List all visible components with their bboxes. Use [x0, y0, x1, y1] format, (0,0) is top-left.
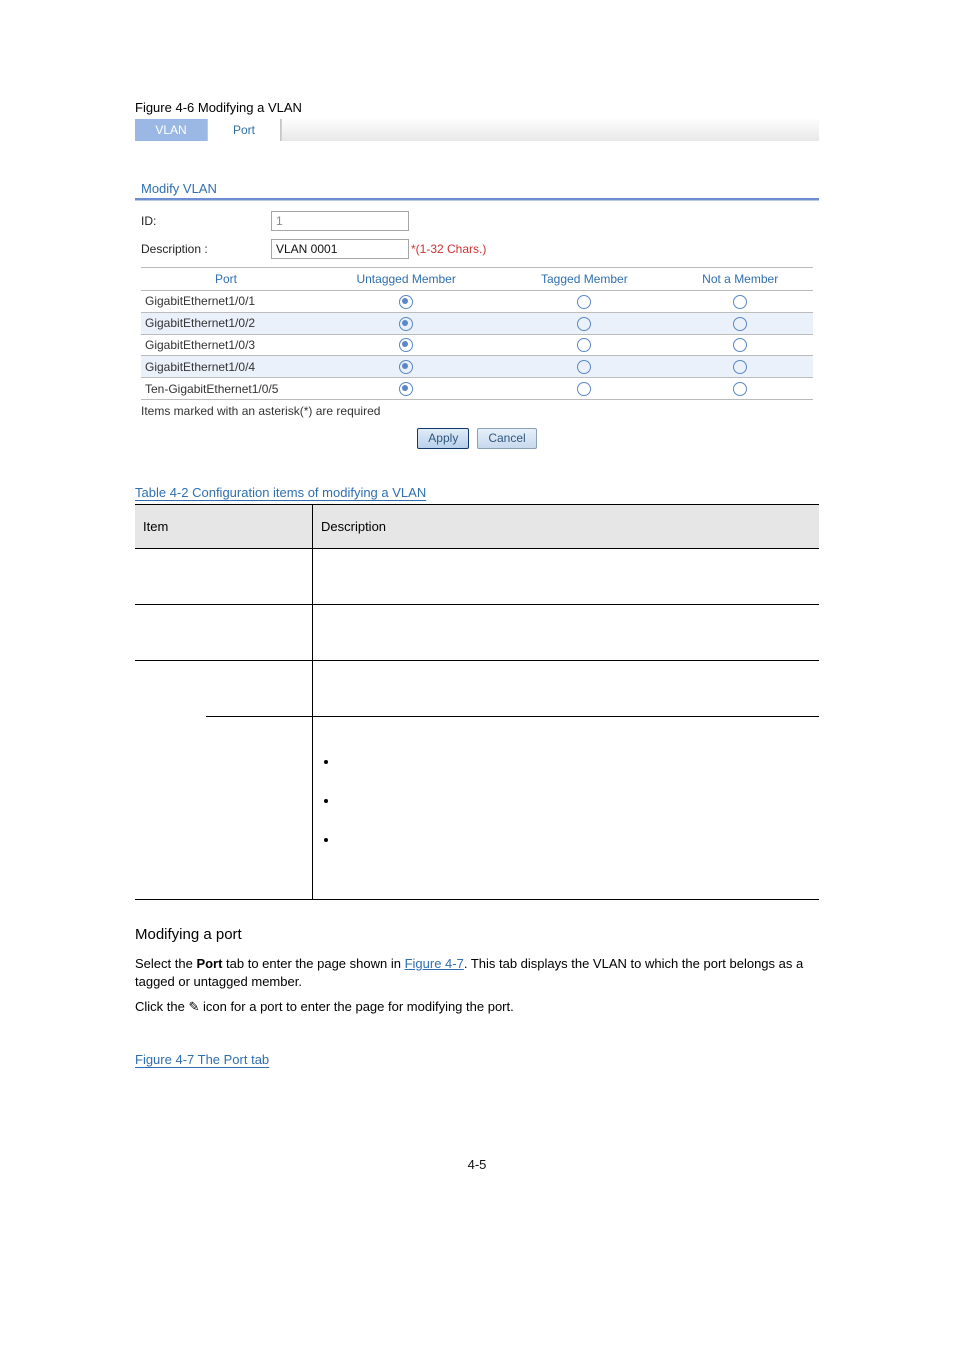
- cancel-button[interactable]: Cancel: [477, 428, 536, 449]
- figure-4-7-title: Figure 4-7 The Port tab: [135, 1052, 819, 1067]
- radio-icon[interactable]: [399, 382, 413, 396]
- id-label: ID:: [141, 214, 271, 228]
- table-row: Ten-GigabitEthernet1/0/5: [141, 378, 813, 400]
- radio-untagged[interactable]: [311, 334, 501, 356]
- port-membership-table: Port Untagged Member Tagged Member Not a…: [141, 267, 813, 400]
- radio-icon[interactable]: [577, 382, 591, 396]
- radio-icon[interactable]: [399, 295, 413, 309]
- radio-tagged[interactable]: [501, 291, 667, 313]
- th-item: Item: [135, 505, 313, 549]
- row-port-sub-port-desc: Port name.: [313, 661, 820, 717]
- col-port: Port: [141, 268, 311, 291]
- port-name: GigabitEthernet1/0/4: [141, 356, 311, 378]
- section-title: Modify VLAN: [135, 181, 819, 198]
- radio-icon[interactable]: [399, 338, 413, 352]
- paragraph-1: Select the Port tab to enter the page sh…: [135, 955, 819, 990]
- radio-nota[interactable]: [667, 334, 813, 356]
- radio-nota[interactable]: [667, 312, 813, 334]
- radio-nota[interactable]: [667, 291, 813, 313]
- tab-port[interactable]: Port: [208, 119, 281, 141]
- radio-untagged[interactable]: [311, 378, 501, 400]
- row-port-item: Port: [135, 661, 206, 900]
- radio-nota[interactable]: [667, 378, 813, 400]
- radio-nota[interactable]: [667, 356, 813, 378]
- row-port-sub-port: Port: [206, 661, 313, 717]
- port-name: GigabitEthernet1/0/3: [141, 334, 311, 356]
- section-divider: [135, 198, 819, 201]
- port-name: GigabitEthernet1/0/1: [141, 291, 311, 313]
- radio-icon[interactable]: [577, 360, 591, 374]
- table-row: GigabitEthernet1/0/4: [141, 356, 813, 378]
- port-name: Ten-GigabitEthernet1/0/5: [141, 378, 311, 400]
- radio-tagged[interactable]: [501, 312, 667, 334]
- paragraph-2: Click the ✎ icon for a port to enter the…: [135, 998, 819, 1016]
- radio-icon[interactable]: [577, 317, 591, 331]
- row-desc-item: Description: [135, 605, 313, 661]
- apply-button[interactable]: Apply: [417, 428, 469, 449]
- link-figure-4-7[interactable]: Figure 4-7: [405, 956, 464, 971]
- page-number: 4-5: [0, 1157, 954, 1172]
- figure-caption: Figure 4-6 Modifying a VLAN: [135, 100, 819, 115]
- row-id-item: ID: [135, 549, 313, 605]
- radio-tagged[interactable]: [501, 378, 667, 400]
- radio-tagged[interactable]: [501, 334, 667, 356]
- tabs-bar: VLAN Port: [135, 119, 819, 141]
- tab-vlan[interactable]: VLAN: [135, 119, 208, 141]
- row-desc-desc: Modify the description string of the VLA…: [313, 605, 820, 661]
- col-tagged: Tagged Member: [501, 268, 667, 291]
- row-port-membership-labels: Untagged Member Tagged Member Not a Memb…: [206, 717, 313, 900]
- desc-label: Description :: [141, 242, 271, 256]
- radio-untagged[interactable]: [311, 291, 501, 313]
- table-4-2: Item Description ID ID of the VLAN to be…: [135, 504, 819, 900]
- col-untagged: Untagged Member: [311, 268, 501, 291]
- radio-icon[interactable]: [577, 295, 591, 309]
- radio-icon[interactable]: [399, 317, 413, 331]
- radio-icon[interactable]: [733, 360, 747, 374]
- radio-icon[interactable]: [733, 338, 747, 352]
- radio-untagged[interactable]: [311, 312, 501, 334]
- tabs-filler: [281, 119, 819, 141]
- table-row: GigabitEthernet1/0/3: [141, 334, 813, 356]
- table-row: GigabitEthernet1/0/2: [141, 312, 813, 334]
- required-note: Items marked with an asterisk(*) are req…: [141, 404, 813, 418]
- description-hint: *(1-32 Chars.): [411, 242, 486, 256]
- row-id-desc: ID of the VLAN to be modified.: [313, 549, 820, 605]
- radio-icon[interactable]: [733, 317, 747, 331]
- th-desc: Description: [313, 505, 820, 549]
- radio-tagged[interactable]: [501, 356, 667, 378]
- port-name: GigabitEthernet1/0/2: [141, 312, 311, 334]
- id-input[interactable]: [271, 211, 409, 231]
- table-4-2-title: Table 4-2 Configuration items of modifyi…: [135, 485, 819, 500]
- row-port-membership-desc: Set the port as a member of the VLAN: Un…: [313, 717, 820, 900]
- radio-icon[interactable]: [733, 382, 747, 396]
- radio-icon[interactable]: [577, 338, 591, 352]
- col-nota: Not a Member: [667, 268, 813, 291]
- pencil-icon: ✎: [188, 999, 199, 1014]
- radio-untagged[interactable]: [311, 356, 501, 378]
- radio-icon[interactable]: [399, 360, 413, 374]
- modify-vlan-figure: VLAN Port Modify VLAN ID: Description : …: [135, 119, 819, 449]
- radio-icon[interactable]: [733, 295, 747, 309]
- description-input[interactable]: [271, 239, 409, 259]
- table-row: GigabitEthernet1/0/1: [141, 291, 813, 313]
- section-heading: Modifying a port: [135, 926, 819, 943]
